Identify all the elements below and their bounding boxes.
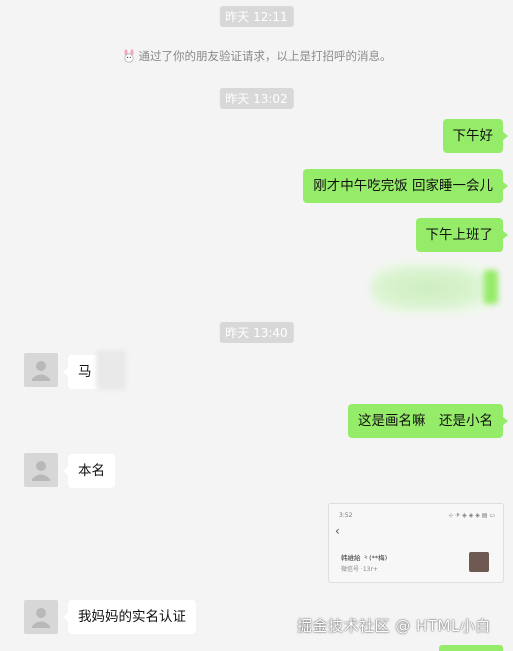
user-silhouette-icon [32,361,50,381]
rabbit-icon [123,49,134,63]
user-silhouette-icon [32,608,50,628]
timestamp: 昨天 13:02 [219,88,294,109]
preview-status-icons: ⊹ ✈ ◈ ◈ ◈ ▤ ▭ [448,512,495,519]
message-bubble-out-partial[interactable] [439,645,503,651]
preview-account: 微信号 ·13r+ [341,566,378,573]
chat-window: 昨天 12:11 通过了你的朋友验证请求，以上是打招呼的消息。 昨天 13:02… [0,0,513,651]
user-silhouette-icon [32,461,50,481]
preview-avatar [469,552,489,572]
message-bubble-out[interactable]: 下午好 [442,119,508,153]
chevron-left-icon: ‹ [335,524,340,538]
image-message[interactable]: 3:52 ⊹ ✈ ◈ ◈ ◈ ▤ ▭ ‹ 韩維給 ⺀(**梅) 微信号 ·13r… [328,503,504,583]
preview-status-time: 3:52 [339,512,353,519]
preview-name: 韩維給 ⺀(**梅) [341,554,388,562]
message-bubble-out[interactable]: 下午上班了 [415,218,508,252]
blurred-message-bubble[interactable] [370,262,500,314]
preview-status-bar: 3:52 ⊹ ✈ ◈ ◈ ◈ ▤ ▭ [339,512,495,519]
watermark: 掘金技术社区 @ HTML小白 [297,617,491,635]
message-bubble-out[interactable]: 刚才中午吃完饭 回家睡一会儿 [303,169,508,203]
avatar[interactable] [24,600,58,634]
blurred-text [96,350,126,390]
message-bubble-in[interactable]: 本名 [63,454,115,488]
system-message: 通过了你的朋友验证请求，以上是打招呼的消息。 [122,48,392,64]
message-bubble-in[interactable]: 我妈妈的实名认证 [63,600,196,634]
timestamp: 昨天 13:40 [219,322,294,343]
avatar[interactable] [24,353,58,387]
timestamp: 昨天 12:11 [219,6,294,27]
message-bubble-out[interactable]: 这是画名嘛 还是小名 [348,404,508,438]
system-message-text: 通过了你的朋友验证请求，以上是打招呼的消息。 [138,49,392,63]
avatar[interactable] [24,453,58,487]
